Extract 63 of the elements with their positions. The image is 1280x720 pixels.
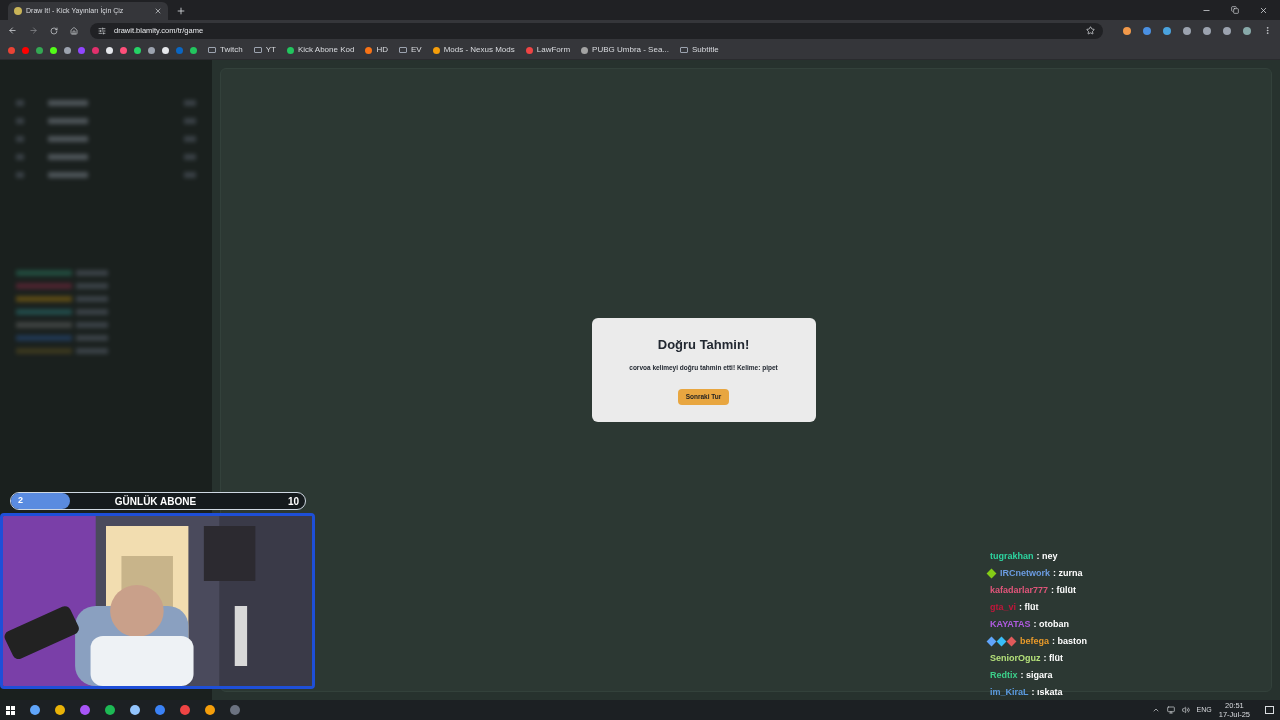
chat-message: : ney bbox=[1036, 550, 1058, 563]
bookmark[interactable]: HD bbox=[365, 44, 388, 56]
start-icon[interactable] bbox=[6, 705, 15, 715]
tray-expand-icon[interactable] bbox=[1151, 706, 1160, 714]
volume-icon[interactable] bbox=[1181, 706, 1190, 714]
favicon-icon bbox=[14, 7, 22, 15]
taskbar-app-icon[interactable] bbox=[180, 705, 190, 715]
goal-current: 2 bbox=[18, 494, 23, 508]
chat-message: : fülüt bbox=[1051, 584, 1077, 597]
close-icon[interactable] bbox=[1259, 5, 1268, 15]
chat-username: KAYATAS bbox=[990, 618, 1031, 631]
home-icon[interactable] bbox=[70, 26, 78, 35]
back-icon[interactable] bbox=[8, 26, 17, 35]
extension-icon[interactable] bbox=[1223, 26, 1231, 35]
taskbar-app-icon[interactable] bbox=[55, 705, 65, 715]
extension-icon[interactable] bbox=[1123, 26, 1131, 35]
chat-message: : baston bbox=[1052, 635, 1087, 648]
extension-icon[interactable] bbox=[1203, 26, 1211, 35]
taskbar-app-icon[interactable] bbox=[155, 705, 165, 715]
chat-message: : sigara bbox=[1020, 669, 1053, 682]
taskbar-app-icon[interactable] bbox=[130, 705, 140, 715]
bookmark[interactable]: LawForm bbox=[525, 44, 571, 56]
chat-message: : flüt bbox=[1043, 652, 1063, 665]
bookmark[interactable]: Subtitle bbox=[680, 44, 719, 56]
extension-icon[interactable] bbox=[1163, 26, 1171, 35]
chat-username: SeniorOguz bbox=[990, 652, 1041, 665]
extension-icon[interactable] bbox=[1143, 26, 1151, 35]
chat-username: kafadarlar777 bbox=[990, 584, 1049, 597]
notification-icon[interactable] bbox=[1265, 706, 1274, 714]
bookmark[interactable]: PUBG Umbra - Sea... bbox=[581, 44, 670, 56]
extension-icon[interactable] bbox=[1183, 26, 1191, 35]
extension-icon[interactable] bbox=[1243, 26, 1251, 35]
chat-message: : zurna bbox=[1053, 567, 1083, 580]
bookmark[interactable]: Twitch bbox=[208, 44, 243, 56]
restore-icon[interactable] bbox=[1231, 6, 1239, 14]
reload-icon[interactable] bbox=[50, 26, 58, 35]
bookmark-star-icon[interactable] bbox=[1086, 26, 1095, 35]
chat-username: befega bbox=[1020, 635, 1049, 648]
site-info-icon bbox=[98, 26, 106, 35]
menu-icon[interactable] bbox=[1263, 26, 1272, 35]
chat-message: : flüt bbox=[1019, 601, 1039, 614]
goal-label: GÜNLÜK ABONE bbox=[113, 494, 198, 509]
taskbar-app-icon[interactable] bbox=[205, 705, 215, 715]
chat-username: IRCnetwork bbox=[1000, 567, 1050, 580]
taskbar-app-icon[interactable] bbox=[30, 705, 40, 715]
bookmark[interactable]: YT bbox=[253, 44, 276, 56]
chat-message: : ıskata bbox=[1031, 686, 1063, 699]
network-icon[interactable] bbox=[1166, 706, 1175, 714]
taskbar-app-icon[interactable] bbox=[105, 705, 115, 715]
bookmark[interactable]: Mods - Nexus Mods bbox=[432, 44, 515, 56]
chat-username: im_KiraL bbox=[990, 686, 1029, 699]
chat-username: tugrakhan bbox=[990, 550, 1034, 563]
bookmark[interactable]: EV bbox=[398, 44, 422, 56]
bookmark[interactable]: Kick Abone Kod bbox=[286, 44, 355, 56]
chat-username: Redtix bbox=[990, 669, 1018, 682]
taskbar-app-icon[interactable] bbox=[80, 705, 90, 715]
chat-username: gta_vi bbox=[990, 601, 1016, 614]
dialog-title: Doğru Tahmin! bbox=[657, 336, 750, 354]
new-tab-icon[interactable] bbox=[176, 6, 186, 16]
close-icon[interactable] bbox=[154, 7, 162, 15]
goal-target: 10 bbox=[287, 494, 299, 509]
forward-icon[interactable] bbox=[29, 26, 38, 35]
chat-message: : otoban bbox=[1033, 618, 1069, 631]
